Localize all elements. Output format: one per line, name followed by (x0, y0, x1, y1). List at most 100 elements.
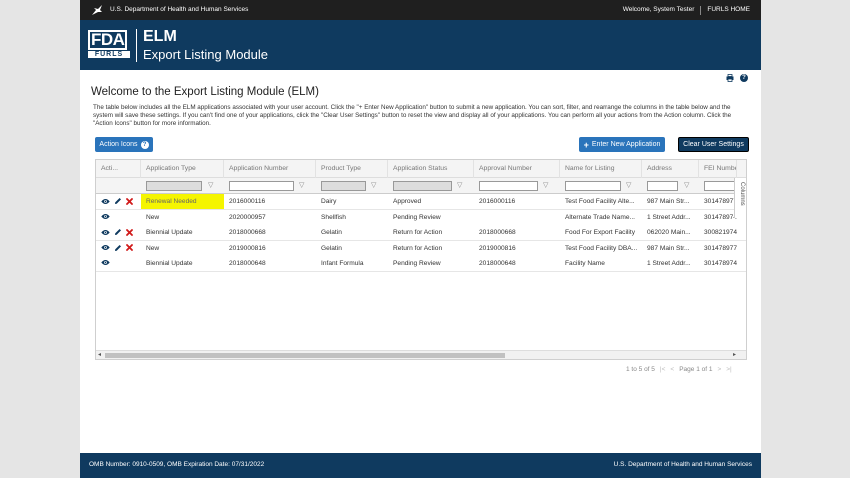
table-row[interactable]: New 2020000957 Shellfish Pending Review Alte… (96, 209, 746, 226)
cell-name-for-listing: Test Food Facility Alte... (565, 198, 635, 205)
horizontal-scrollbar[interactable]: ◂ ▸ (96, 350, 746, 359)
columns-panel-label: Columns (739, 182, 745, 206)
delete-icon[interactable] (126, 244, 133, 252)
filter-input (146, 181, 202, 191)
edit-icon[interactable] (114, 228, 122, 236)
cell-application-number: 2020000957 (229, 213, 266, 221)
column-header-application-number[interactable]: Application Number (224, 160, 316, 178)
page-tools: ? (726, 74, 748, 82)
filter-icon[interactable]: ▽ (543, 181, 548, 191)
cell-application-number: 2018000648 (229, 260, 266, 268)
column-header-approval-number[interactable]: Approval Number (474, 160, 560, 178)
delete-icon[interactable] (126, 228, 133, 236)
hhs-eagle-icon (92, 5, 102, 15)
fda-logo-text: FDA (88, 30, 128, 50)
cell-product-type: Infant Formula (321, 260, 364, 268)
filter-icon[interactable]: ▽ (626, 181, 631, 191)
next-page-icon[interactable]: > (717, 366, 721, 373)
app-short-name: ELM (143, 28, 177, 45)
table-row[interactable]: New 2019000816 Gelatin Return for Action 201… (96, 240, 746, 257)
omb-info: OMB Number: 0910-0509, OMB Expiration Da… (89, 461, 265, 468)
filter-icon[interactable]: ▽ (371, 181, 376, 191)
print-icon[interactable] (726, 74, 734, 82)
row-action-icons (101, 259, 110, 266)
cell-product-type: Gelatin (321, 244, 342, 252)
cell-product-type: Gelatin (321, 229, 342, 237)
last-page-icon[interactable]: >| (726, 366, 731, 373)
cell-approval-number: 2016000116 (479, 198, 516, 205)
cell-approval-number: 2019000816 (479, 244, 516, 252)
column-header-actions[interactable]: Acti... (96, 160, 141, 178)
divider (700, 6, 702, 15)
scrollbar-thumb[interactable] (105, 353, 505, 358)
column-header-address[interactable]: Address (642, 160, 699, 178)
view-icon[interactable] (101, 244, 110, 251)
edit-icon[interactable] (114, 197, 122, 205)
view-icon[interactable] (101, 213, 110, 220)
row-action-icons (101, 228, 133, 236)
row-action-icons (101, 197, 133, 205)
delete-icon[interactable] (126, 197, 133, 205)
applications-grid: Acti... Application Type Application Num… (95, 159, 747, 360)
cell-address: 987 Main Str... (647, 244, 690, 252)
edit-icon[interactable] (114, 244, 122, 252)
cell-fei-number: 301478977 (704, 198, 737, 205)
first-page-icon[interactable]: |< (660, 366, 665, 373)
filter-input[interactable] (229, 181, 294, 191)
department-name: U.S. Department of Health and Human Serv… (110, 6, 249, 13)
table-row[interactable]: Biennial Update 2018000648 Infant Formula P… (96, 256, 746, 273)
view-icon[interactable] (101, 229, 110, 236)
table-row[interactable]: Renewal Needed 2016000116 Dairy Approved 201… (96, 194, 746, 210)
furls-home-link[interactable]: FURLS HOME (707, 6, 750, 15)
filter-icon[interactable]: ▽ (299, 181, 304, 191)
cell-address: 1 Street Addr... (647, 213, 691, 221)
page-footer: OMB Number: 0910-0509, OMB Expiration Da… (80, 453, 761, 478)
previous-page-icon[interactable]: < (670, 366, 674, 373)
columns-side-panel[interactable]: Columns (734, 178, 746, 218)
column-header-application-type[interactable]: Application Type (141, 160, 224, 178)
filter-input[interactable] (565, 181, 621, 191)
cell-name-for-listing: Facility Name (565, 260, 605, 268)
view-icon[interactable] (101, 259, 110, 266)
cell-application-number: 2018000668 (229, 229, 266, 237)
cell-application-status: Approved (393, 198, 422, 205)
clear-user-settings-button[interactable]: Clear User Settings (678, 137, 749, 152)
filter-row: ▽ ▽ ▽ ▽ ▽ ▽ ▽ (96, 178, 746, 194)
filter-input[interactable] (704, 181, 738, 191)
cell-approval-number: 2018000648 (479, 260, 516, 268)
fda-furls-logo[interactable]: FDA FURLS (88, 30, 130, 60)
page-frame: U.S. Department of Health and Human Serv… (80, 0, 761, 478)
pagination: 1 to 5 of 5 |< < Page 1 of 1 > >| (626, 366, 732, 373)
grid-header: Acti... Application Type Application Num… (96, 160, 746, 178)
action-icons-button[interactable]: Action Icons ? (95, 137, 153, 152)
table-row[interactable]: Biennial Update 2018000668 Gelatin Return f… (96, 225, 746, 242)
filter-icon[interactable]: ▽ (208, 181, 213, 191)
scroll-right-icon[interactable]: ▸ (733, 351, 736, 359)
page-description: The table below includes all the ELM app… (93, 104, 732, 128)
cell-application-number: 2019000816 (229, 244, 266, 252)
cell-product-type: Shellfish (321, 213, 346, 221)
filter-input[interactable] (479, 181, 538, 191)
scroll-left-icon[interactable]: ◂ (98, 351, 101, 359)
divider (136, 29, 137, 62)
cell-name-for-listing: Food For Export Facility (565, 229, 635, 237)
row-action-icons (101, 244, 133, 252)
column-header-fei-number[interactable]: FEI Numbe (699, 160, 737, 178)
help-icon[interactable]: ? (740, 74, 748, 82)
filter-input (321, 181, 366, 191)
cell-name-for-listing: Alternate Trade Name... (565, 213, 636, 221)
view-icon[interactable] (101, 198, 110, 205)
page-indicator: Page 1 of 1 (679, 366, 713, 373)
cell-fei-number: 301478974 (704, 260, 737, 268)
cell-fei-number: 301478974 (704, 213, 737, 221)
column-header-product-type[interactable]: Product Type (316, 160, 388, 178)
filter-input[interactable] (647, 181, 678, 191)
cell-application-status: Return for Action (393, 244, 443, 252)
cell-address: 987 Main Str... (647, 198, 690, 205)
footer-department: U.S. Department of Health and Human Serv… (613, 461, 752, 468)
filter-icon[interactable]: ▽ (457, 181, 462, 191)
enter-new-application-button[interactable]: + Enter New Application (579, 137, 665, 152)
column-header-application-status[interactable]: Application Status (388, 160, 474, 178)
column-header-name-for-listing[interactable]: Name for Listing (560, 160, 642, 178)
filter-icon[interactable]: ▽ (684, 181, 689, 191)
